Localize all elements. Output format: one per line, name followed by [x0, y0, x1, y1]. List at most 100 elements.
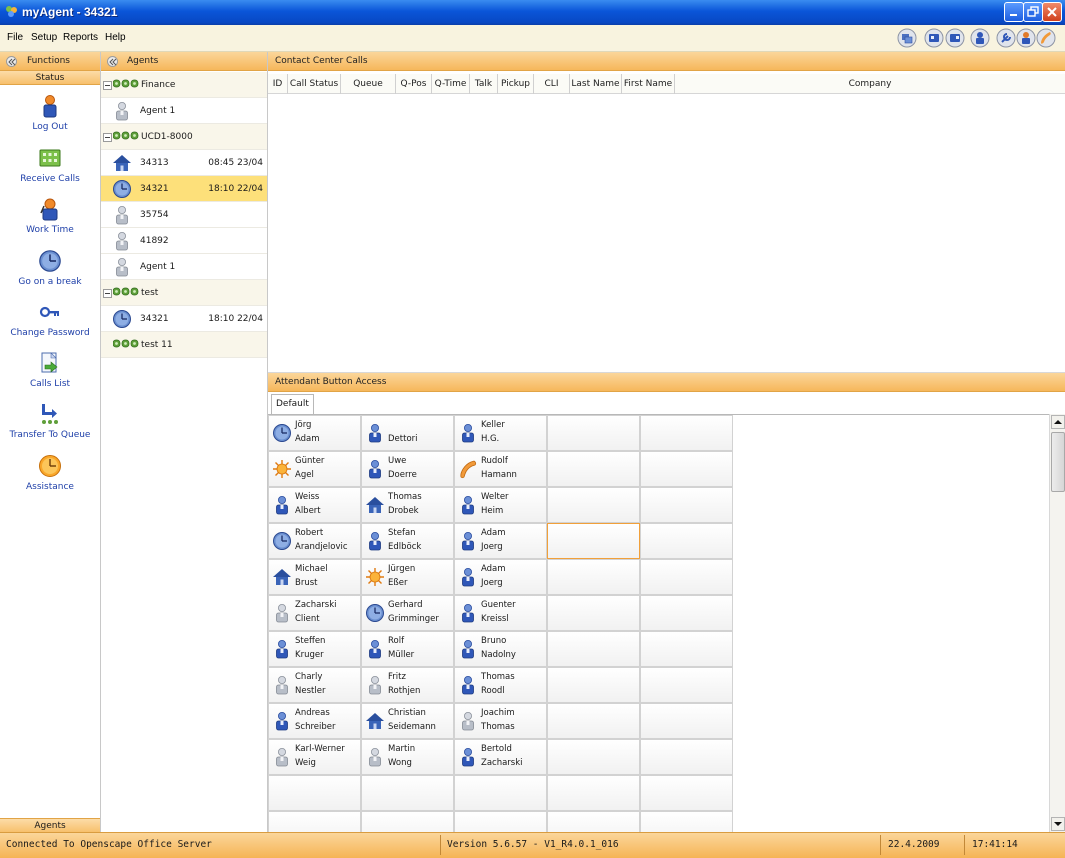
attendant-button[interactable]: Bertold Zacharski: [454, 739, 547, 775]
col-talk[interactable]: Talk: [470, 74, 498, 94]
agent-profile-icon[interactable]: [1016, 28, 1036, 48]
agents-band[interactable]: Agents: [0, 818, 100, 832]
minimize-button[interactable]: [1004, 2, 1024, 22]
col-q-pos[interactable]: Q-Pos: [396, 74, 432, 94]
attendant-button[interactable]: Thomas Drobek: [361, 487, 454, 523]
attendant-button[interactable]: Martin Wong: [361, 739, 454, 775]
attendant-button-empty[interactable]: [547, 559, 640, 595]
attendant-button[interactable]: Charly Nestler: [268, 667, 361, 703]
agent-row[interactable]: 35754: [101, 202, 267, 228]
attendant-button-empty[interactable]: [547, 631, 640, 667]
collapse-group-toggle[interactable]: [103, 81, 112, 90]
collapse-functions-button[interactable]: [6, 56, 17, 67]
tab-default[interactable]: Default: [271, 394, 314, 414]
scroll-down-button[interactable]: [1051, 817, 1065, 831]
attendant-button[interactable]: Andreas Schreiber: [268, 703, 361, 739]
attendant-button-empty[interactable]: [547, 523, 640, 559]
attendant-button[interactable]: Rudolf Hamann: [454, 451, 547, 487]
group-row-test[interactable]: test: [101, 280, 267, 306]
col-first-name[interactable]: First Name: [622, 74, 675, 94]
collapse-agents-button[interactable]: [107, 56, 118, 67]
conference-icon[interactable]: [897, 28, 917, 48]
collapse-group-toggle[interactable]: [103, 289, 112, 298]
col-q-time[interactable]: Q-Time: [432, 74, 470, 94]
agent-row[interactable]: Agent 1: [101, 98, 267, 124]
assistance-button[interactable]: Assistance: [0, 454, 100, 492]
card-icon[interactable]: [924, 28, 944, 48]
transfer-to-queue-button[interactable]: Transfer To Queue: [0, 402, 100, 440]
attendant-button-empty[interactable]: [454, 775, 547, 811]
attendant-button-empty[interactable]: [640, 451, 733, 487]
attendant-button-empty[interactable]: [640, 703, 733, 739]
attendant-button-empty[interactable]: [640, 487, 733, 523]
receive-calls-button[interactable]: Receive Calls: [0, 146, 100, 184]
attendant-button-empty[interactable]: [640, 415, 733, 451]
group-row-test-11[interactable]: test 11: [101, 332, 267, 358]
attendant-button[interactable]: Adam Joerg: [454, 559, 547, 595]
attendant-button[interactable]: Robert Arandjelovic: [268, 523, 361, 559]
agent-row-selected[interactable]: 34321 18:10 22/04: [101, 176, 267, 202]
attendant-button[interactable]: Fritz Rothjen: [361, 667, 454, 703]
attendant-button[interactable]: Christian Seidemann: [361, 703, 454, 739]
attendant-button-empty[interactable]: [547, 667, 640, 703]
attendant-button-empty[interactable]: [547, 415, 640, 451]
col-company[interactable]: Company: [675, 74, 1065, 94]
calls-list-button[interactable]: Calls List: [0, 351, 100, 389]
attendant-button[interactable]: Bruno Nadolny: [454, 631, 547, 667]
group-row-ucd1-8000[interactable]: UCD1-8000: [101, 124, 267, 150]
close-button[interactable]: [1042, 2, 1062, 22]
attendant-button[interactable]: Joachim Thomas: [454, 703, 547, 739]
restore-button[interactable]: [1023, 2, 1043, 22]
col-call-status[interactable]: Call Status: [288, 74, 341, 94]
agent-row[interactable]: 41892: [101, 228, 267, 254]
col-pickup[interactable]: Pickup: [498, 74, 534, 94]
menu-help[interactable]: Help: [105, 32, 126, 43]
attendant-button-empty[interactable]: [361, 775, 454, 811]
attendant-button-empty[interactable]: [547, 451, 640, 487]
attendant-button[interactable]: Adam Joerg: [454, 523, 547, 559]
attendant-button[interactable]: Gerhard Grimminger: [361, 595, 454, 631]
attendant-button[interactable]: Keller H.G.: [454, 415, 547, 451]
agent-row[interactable]: Agent 1: [101, 254, 267, 280]
attendant-button[interactable]: Günter Agel: [268, 451, 361, 487]
attendant-button[interactable]: Uwe Doerre: [361, 451, 454, 487]
agent-row[interactable]: 34321 18:10 22/04: [101, 306, 267, 332]
attendant-scrollbar[interactable]: [1049, 414, 1065, 832]
attendant-button-empty[interactable]: [547, 775, 640, 811]
attendant-button-empty[interactable]: [640, 595, 733, 631]
attendant-button-empty[interactable]: [547, 739, 640, 775]
attendant-button[interactable]: Rolf Müller: [361, 631, 454, 667]
scroll-thumb[interactable]: [1051, 432, 1065, 492]
change-password-button[interactable]: Change Password: [0, 300, 100, 338]
attendant-button-empty[interactable]: [547, 595, 640, 631]
col-last-name[interactable]: Last Name: [570, 74, 622, 94]
attendant-button-empty[interactable]: [547, 703, 640, 739]
attendant-button-empty[interactable]: [640, 775, 733, 811]
attendant-button[interactable]: Stefan Edlböck: [361, 523, 454, 559]
agent-status-icon[interactable]: [970, 28, 990, 48]
attendant-button[interactable]: Dettori: [361, 415, 454, 451]
attendant-button[interactable]: Welter Heim: [454, 487, 547, 523]
collapse-group-toggle[interactable]: [103, 133, 112, 142]
go-on-break-button[interactable]: Go on a break: [0, 249, 100, 287]
col-id[interactable]: ID: [268, 74, 288, 94]
status-band[interactable]: Status: [0, 71, 100, 85]
group-row-finance[interactable]: Finance: [101, 72, 267, 98]
attendant-button[interactable]: Steffen Kruger: [268, 631, 361, 667]
menu-setup[interactable]: Setup: [31, 32, 57, 43]
attendant-button-empty[interactable]: [547, 487, 640, 523]
menu-reports[interactable]: Reports: [63, 32, 98, 43]
col-queue[interactable]: Queue: [341, 74, 396, 94]
attendant-button-empty[interactable]: [640, 739, 733, 775]
attendant-button-empty[interactable]: [640, 631, 733, 667]
attendant-button[interactable]: Jürgen Eßer: [361, 559, 454, 595]
attendant-button[interactable]: Karl-Werner Weig: [268, 739, 361, 775]
attendant-button-empty[interactable]: [640, 559, 733, 595]
attendant-button[interactable]: Zacharski Client: [268, 595, 361, 631]
settings-wrench-icon[interactable]: [996, 28, 1016, 48]
attendant-button[interactable]: Michael Brust: [268, 559, 361, 595]
attendant-button-empty[interactable]: [640, 523, 733, 559]
attendant-button[interactable]: Guenter Kreissl: [454, 595, 547, 631]
attendant-button[interactable]: Weiss Albert: [268, 487, 361, 523]
col-cli[interactable]: CLI: [534, 74, 570, 94]
